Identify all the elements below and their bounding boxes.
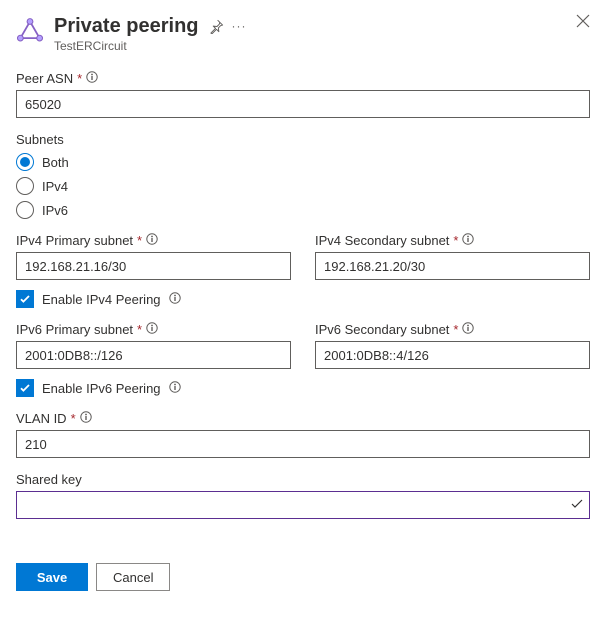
save-button[interactable]: Save	[16, 563, 88, 591]
shared-key-input[interactable]	[16, 491, 590, 519]
info-icon[interactable]	[146, 233, 158, 248]
radio-ipv4[interactable]: IPv4	[16, 177, 590, 195]
page-title: Private peering	[54, 14, 199, 38]
ipv6-secondary-input[interactable]	[315, 341, 590, 369]
checkbox-checked-icon	[16, 290, 34, 308]
radio-ipv6[interactable]: IPv6	[16, 201, 590, 219]
page-subtitle: TestERCircuit	[54, 39, 566, 53]
required-asterisk: *	[77, 71, 82, 86]
info-icon[interactable]	[169, 292, 181, 307]
subnets-label: Subnets	[16, 132, 64, 147]
vlan-id-input[interactable]	[16, 430, 590, 458]
ipv4-primary-input[interactable]	[16, 252, 291, 280]
ipv4-secondary-label: IPv4 Secondary subnet	[315, 233, 449, 248]
info-icon[interactable]	[86, 71, 98, 86]
enable-ipv4-checkbox[interactable]: Enable IPv4 Peering	[16, 290, 590, 308]
ipv6-primary-input[interactable]	[16, 341, 291, 369]
close-button[interactable]	[576, 14, 590, 28]
info-icon[interactable]	[80, 411, 92, 426]
peering-logo-icon	[16, 18, 44, 46]
enable-ipv6-label: Enable IPv6 Peering	[42, 381, 161, 396]
radio-both-label: Both	[42, 155, 69, 170]
ipv6-primary-label: IPv6 Primary subnet	[16, 322, 133, 337]
vlan-id-field: VLAN ID *	[16, 411, 590, 458]
required-asterisk: *	[137, 322, 142, 337]
enable-ipv6-checkbox[interactable]: Enable IPv6 Peering	[16, 379, 590, 397]
peer-asn-label: Peer ASN	[16, 71, 73, 86]
peer-asn-field: Peer ASN *	[16, 71, 590, 118]
footer-buttons: Save Cancel	[16, 563, 590, 591]
vlan-id-label: VLAN ID	[16, 411, 67, 426]
radio-both[interactable]: Both	[16, 153, 590, 171]
subnets-field: Subnets Both IPv4 IPv6	[16, 132, 590, 219]
enable-ipv4-label: Enable IPv4 Peering	[42, 292, 161, 307]
ipv4-secondary-input[interactable]	[315, 252, 590, 280]
pin-icon[interactable]	[209, 19, 224, 34]
info-icon[interactable]	[462, 322, 474, 337]
required-asterisk: *	[453, 322, 458, 337]
subnets-radio-group: Both IPv4 IPv6	[16, 153, 590, 219]
ipv6-subnets-row: IPv6 Primary subnet * IPv6 Secondary sub…	[16, 322, 590, 397]
shared-key-field: Shared key	[16, 472, 590, 519]
required-asterisk: *	[453, 233, 458, 248]
ipv6-secondary-label: IPv6 Secondary subnet	[315, 322, 449, 337]
checkbox-checked-icon	[16, 379, 34, 397]
required-asterisk: *	[137, 233, 142, 248]
cancel-button[interactable]: Cancel	[96, 563, 170, 591]
info-icon[interactable]	[169, 381, 181, 396]
blade-header: Private peering ··· TestERCircuit	[16, 14, 590, 53]
more-icon[interactable]: ···	[232, 19, 247, 33]
header-text-block: Private peering ··· TestERCircuit	[54, 14, 566, 53]
radio-ipv6-label: IPv6	[42, 203, 68, 218]
required-asterisk: *	[71, 411, 76, 426]
radio-ipv4-label: IPv4	[42, 179, 68, 194]
info-icon[interactable]	[146, 322, 158, 337]
info-icon[interactable]	[462, 233, 474, 248]
ipv4-primary-label: IPv4 Primary subnet	[16, 233, 133, 248]
peer-asn-input[interactable]	[16, 90, 590, 118]
shared-key-label: Shared key	[16, 472, 82, 487]
ipv4-subnets-row: IPv4 Primary subnet * IPv4 Secondary sub…	[16, 233, 590, 308]
